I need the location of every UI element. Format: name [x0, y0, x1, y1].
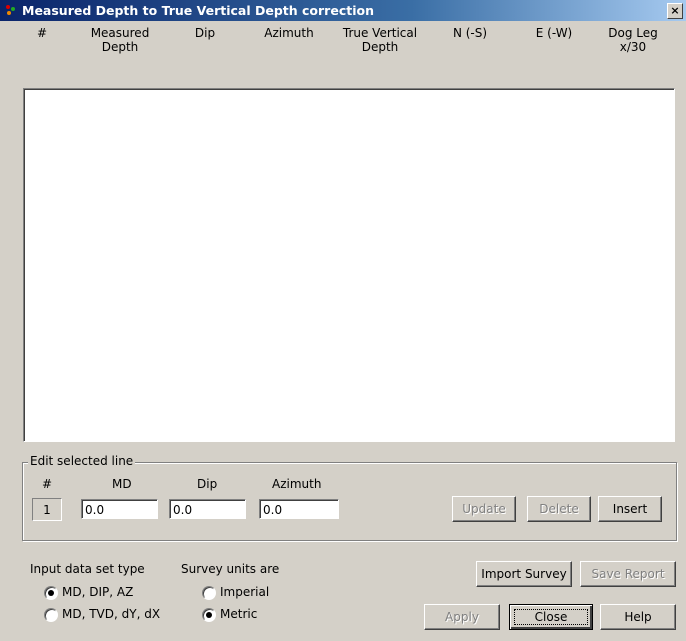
- insert-button[interactable]: Insert: [598, 496, 662, 522]
- column-header-num: #: [36, 26, 48, 40]
- dip-input[interactable]: 0.0: [169, 499, 246, 519]
- save-report-button[interactable]: Save Report: [580, 561, 676, 587]
- column-header-measured-depth: Measured Depth: [90, 26, 150, 54]
- column-header-east: E (-W): [535, 26, 573, 40]
- window-title: Measured Depth to True Vertical Depth co…: [22, 3, 374, 18]
- help-button[interactable]: Help: [600, 604, 676, 630]
- close-button[interactable]: Close: [509, 604, 593, 630]
- azimuth-input[interactable]: 0.0: [259, 499, 339, 519]
- column-header-tvd: True Vertical Depth: [342, 26, 418, 54]
- edit-group-label: Edit selected line: [28, 454, 136, 468]
- radio-md-dip-az[interactable]: [44, 586, 58, 600]
- radio-metric-label[interactable]: Metric: [220, 607, 257, 621]
- column-header-dip: Dip: [194, 26, 216, 40]
- update-button[interactable]: Update: [452, 496, 516, 522]
- radio-metric[interactable]: [202, 608, 216, 622]
- radio-md-dip-az-label[interactable]: MD, DIP, AZ: [62, 585, 133, 599]
- dialog-window: Measured Depth to True Vertical Depth co…: [0, 0, 686, 641]
- selected-row-number: 1: [32, 498, 62, 521]
- apply-button[interactable]: Apply: [424, 604, 500, 630]
- delete-button[interactable]: Delete: [527, 496, 591, 522]
- close-icon[interactable]: ×: [667, 3, 683, 19]
- title-bar[interactable]: Measured Depth to True Vertical Depth co…: [0, 0, 686, 21]
- column-header-north: N (-S): [452, 26, 488, 40]
- edit-dip-label: Dip: [197, 477, 218, 491]
- radio-imperial[interactable]: [202, 586, 216, 600]
- edit-num-label: #: [42, 477, 53, 491]
- column-header-dog-leg: Dog Leg x/30: [608, 26, 658, 54]
- edit-md-label: MD: [112, 477, 132, 491]
- import-survey-button[interactable]: Import Survey: [476, 561, 572, 587]
- survey-units-label: Survey units are: [181, 562, 280, 576]
- radio-md-tvd-dy-dx-label[interactable]: MD, TVD, dY, dX: [62, 607, 160, 621]
- edit-azimuth-label: Azimuth: [272, 477, 322, 491]
- close-button-focus: [514, 609, 588, 625]
- app-icon: [6, 5, 15, 15]
- survey-list[interactable]: [23, 88, 675, 442]
- input-type-label: Input data set type: [30, 562, 145, 576]
- radio-imperial-label[interactable]: Imperial: [220, 585, 269, 599]
- radio-md-tvd-dy-dx[interactable]: [44, 608, 58, 622]
- column-header-azimuth: Azimuth: [264, 26, 314, 40]
- md-input[interactable]: 0.0: [81, 499, 158, 519]
